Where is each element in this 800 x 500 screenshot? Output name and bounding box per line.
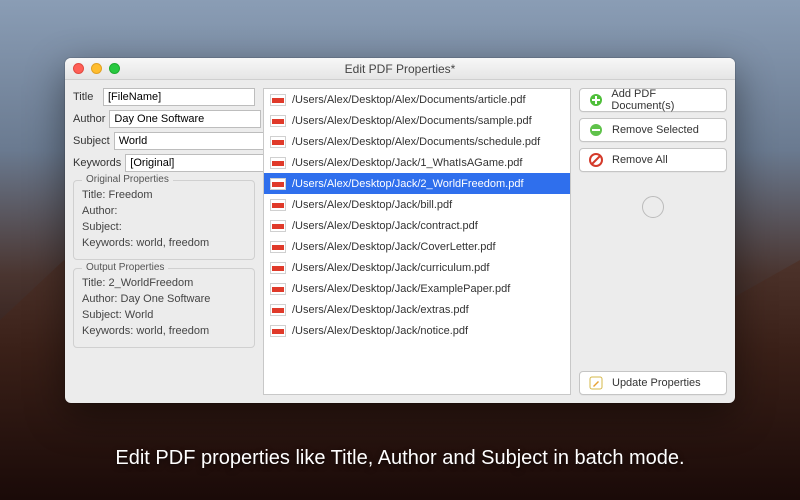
- output-keywords: Keywords: world, freedom: [82, 323, 246, 339]
- actions-panel: Add PDF Document(s) Remove Selected Remo…: [579, 88, 727, 395]
- original-legend: Original Properties: [82, 174, 173, 185]
- pdf-icon: [270, 262, 286, 274]
- title-input[interactable]: [103, 88, 255, 106]
- output-properties-group: Output Properties Title: 2_WorldFreedom …: [73, 268, 255, 348]
- file-path: /Users/Alex/Desktop/Alex/Documents/sampl…: [292, 115, 532, 127]
- pdf-icon: [270, 241, 286, 253]
- original-keywords: Keywords: world, freedom: [82, 235, 246, 251]
- file-path: /Users/Alex/Desktop/Jack/CoverLetter.pdf: [292, 241, 496, 253]
- file-row[interactable]: /Users/Alex/Desktop/Jack/1_WhatIsAGame.p…: [264, 152, 570, 173]
- pdf-icon: [270, 199, 286, 211]
- content-area: Title Author Subject Keywords Original P…: [65, 80, 735, 403]
- file-row[interactable]: /Users/Alex/Desktop/Jack/CoverLetter.pdf: [264, 236, 570, 257]
- file-path: /Users/Alex/Desktop/Jack/curriculum.pdf: [292, 262, 489, 274]
- add-pdf-button[interactable]: Add PDF Document(s): [579, 88, 727, 112]
- titlebar[interactable]: Edit PDF Properties*: [65, 58, 735, 80]
- file-row[interactable]: /Users/Alex/Desktop/Jack/ExamplePaper.pd…: [264, 278, 570, 299]
- field-keywords-row: Keywords: [73, 154, 255, 172]
- window-title: Edit PDF Properties*: [65, 62, 735, 76]
- title-label: Title: [73, 91, 99, 103]
- output-title: Title: 2_WorldFreedom: [82, 275, 246, 291]
- field-author-row: Author: [73, 110, 255, 128]
- remove-all-label: Remove All: [612, 154, 668, 166]
- file-row[interactable]: /Users/Alex/Desktop/Jack/contract.pdf: [264, 215, 570, 236]
- file-path: /Users/Alex/Desktop/Jack/2_WorldFreedom.…: [292, 178, 524, 190]
- file-row[interactable]: /Users/Alex/Desktop/Alex/Documents/sampl…: [264, 110, 570, 131]
- field-title-row: Title: [73, 88, 255, 106]
- properties-panel: Title Author Subject Keywords Original P…: [73, 88, 255, 395]
- minus-icon: [588, 122, 604, 138]
- marketing-caption: Edit PDF properties like Title, Author a…: [0, 447, 800, 470]
- pdf-icon: [270, 94, 286, 106]
- pdf-icon: [270, 325, 286, 337]
- file-path: /Users/Alex/Desktop/Jack/1_WhatIsAGame.p…: [292, 157, 522, 169]
- file-row[interactable]: /Users/Alex/Desktop/Alex/Documents/artic…: [264, 89, 570, 110]
- pdf-icon: [270, 178, 286, 190]
- output-legend: Output Properties: [82, 262, 168, 273]
- keywords-label: Keywords: [73, 157, 121, 169]
- pdf-icon: [270, 136, 286, 148]
- file-path: /Users/Alex/Desktop/Jack/bill.pdf: [292, 199, 452, 211]
- prohibit-icon: [588, 152, 604, 168]
- pdf-icon: [270, 283, 286, 295]
- file-row[interactable]: /Users/Alex/Desktop/Jack/2_WorldFreedom.…: [264, 173, 570, 194]
- pdf-icon: [270, 157, 286, 169]
- original-properties-group: Original Properties Title: Freedom Autho…: [73, 180, 255, 260]
- file-row[interactable]: /Users/Alex/Desktop/Alex/Documents/sched…: [264, 131, 570, 152]
- file-row[interactable]: /Users/Alex/Desktop/Jack/extras.pdf: [264, 299, 570, 320]
- author-label: Author: [73, 113, 105, 125]
- update-properties-button[interactable]: Update Properties: [579, 371, 727, 395]
- file-row[interactable]: /Users/Alex/Desktop/Jack/curriculum.pdf: [264, 257, 570, 278]
- pdf-icon: [270, 220, 286, 232]
- output-subject: Subject: World: [82, 307, 246, 323]
- original-author: Author:: [82, 203, 246, 219]
- pdf-icon: [270, 115, 286, 127]
- file-list[interactable]: /Users/Alex/Desktop/Alex/Documents/artic…: [263, 88, 571, 395]
- file-path: /Users/Alex/Desktop/Alex/Documents/artic…: [292, 94, 526, 106]
- file-row[interactable]: /Users/Alex/Desktop/Jack/bill.pdf: [264, 194, 570, 215]
- progress-spinner: [642, 196, 664, 218]
- original-subject: Subject:: [82, 219, 246, 235]
- app-window: Edit PDF Properties* Title Author Subjec…: [65, 58, 735, 403]
- pencil-icon: [588, 375, 604, 391]
- keywords-input[interactable]: [125, 154, 277, 172]
- file-path: /Users/Alex/Desktop/Jack/notice.pdf: [292, 325, 468, 337]
- file-path: /Users/Alex/Desktop/Alex/Documents/sched…: [292, 136, 540, 148]
- file-path: /Users/Alex/Desktop/Jack/ExamplePaper.pd…: [292, 283, 510, 295]
- update-properties-label: Update Properties: [612, 377, 701, 389]
- remove-selected-label: Remove Selected: [612, 124, 699, 136]
- file-row[interactable]: /Users/Alex/Desktop/Jack/notice.pdf: [264, 320, 570, 341]
- remove-all-button[interactable]: Remove All: [579, 148, 727, 172]
- remove-selected-button[interactable]: Remove Selected: [579, 118, 727, 142]
- output-author: Author: Day One Software: [82, 291, 246, 307]
- file-path: /Users/Alex/Desktop/Jack/extras.pdf: [292, 304, 469, 316]
- add-pdf-label: Add PDF Document(s): [611, 88, 718, 112]
- subject-input[interactable]: [114, 132, 266, 150]
- original-title: Title: Freedom: [82, 187, 246, 203]
- author-input[interactable]: [109, 110, 261, 128]
- subject-label: Subject: [73, 135, 110, 147]
- field-subject-row: Subject: [73, 132, 255, 150]
- plus-icon: [588, 92, 603, 108]
- pdf-icon: [270, 304, 286, 316]
- file-path: /Users/Alex/Desktop/Jack/contract.pdf: [292, 220, 478, 232]
